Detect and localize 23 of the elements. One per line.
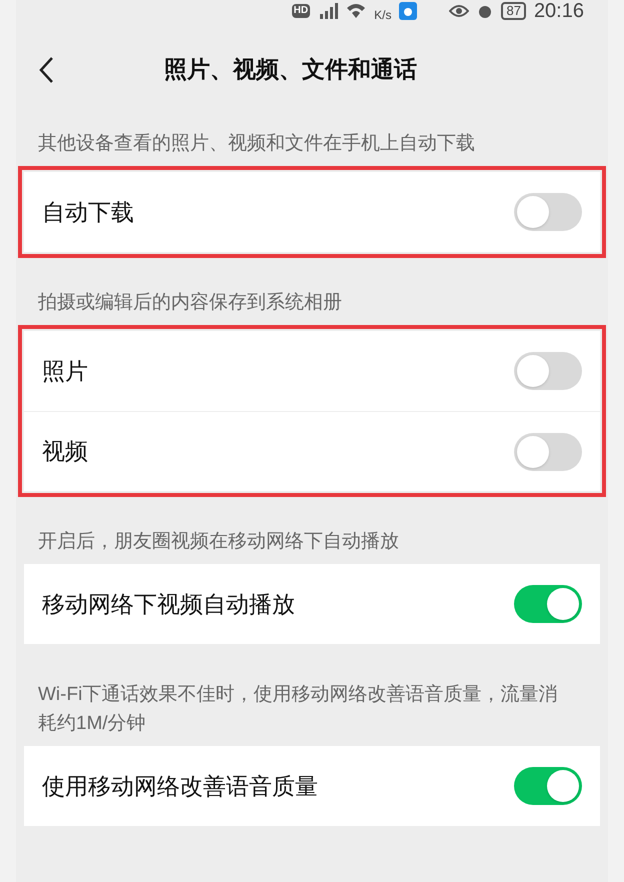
section-caption: 其他设备查看的照片、视频和文件在手机上自动下载 <box>37 132 476 156</box>
setting-label: 移动网络下视频自动播放 <box>42 590 295 619</box>
setting-label: 照片 <box>42 356 88 386</box>
section-caption: Wi-Fi下通话效果不佳时，使用移动网络改善语音质量，流量消耗约1M/分钟 <box>37 682 558 736</box>
toggle-switch[interactable] <box>514 767 582 805</box>
wifi-icon <box>346 3 366 19</box>
section-caption: 拍摄或编辑后的内容保存到系统相册 <box>37 291 343 315</box>
section-caption: 开启后，朋友圈视频在移动网络下自动播放 <box>37 530 400 554</box>
toggle-switch[interactable] <box>514 585 582 623</box>
page-title: 照片、视频、文件和通话 <box>164 55 417 84</box>
network-speed: K/s <box>374 9 392 21</box>
setting-label: 使用移动网络改善语音质量 <box>42 772 318 801</box>
setting-label: 自动下载 <box>42 198 134 227</box>
clock-time: 20:16 <box>534 1 584 21</box>
toggle-switch[interactable] <box>514 432 582 470</box>
hd-icon: HD <box>292 4 310 18</box>
eye-icon <box>449 4 470 18</box>
toggle-switch[interactable] <box>514 352 582 390</box>
signal-icon <box>318 3 338 19</box>
battery-level: 87 <box>501 2 526 20</box>
toggle-switch[interactable] <box>514 193 582 231</box>
back-icon[interactable] <box>38 56 54 84</box>
setting-label: 视频 <box>42 437 88 466</box>
